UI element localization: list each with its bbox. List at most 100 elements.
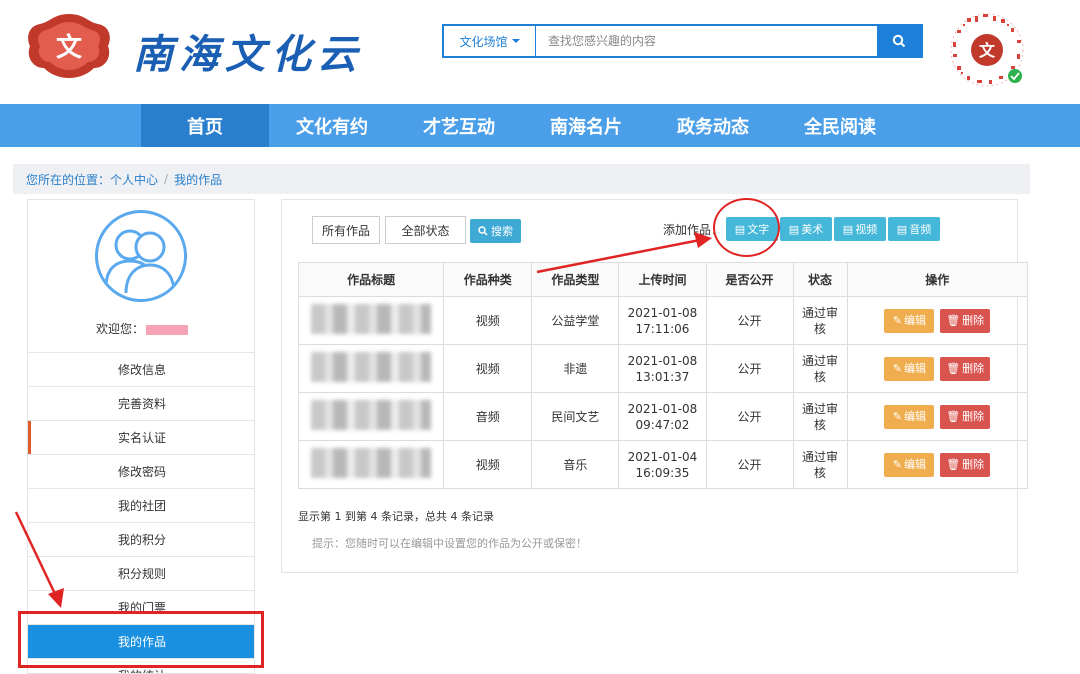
column-header-upload-time: 上传时间 bbox=[618, 262, 707, 297]
edit-icon: ✎ bbox=[892, 457, 902, 471]
nav-item-home[interactable]: 首页 bbox=[141, 104, 269, 147]
welcome-message: 欢迎您： bbox=[28, 320, 254, 337]
edit-button[interactable]: ✎ 编辑 bbox=[884, 452, 935, 477]
blurred-title bbox=[311, 447, 432, 478]
upload-time: 2021-01-04 16:09:35 bbox=[618, 440, 707, 489]
search-works-button[interactable]: 搜索 bbox=[470, 219, 521, 243]
table-row: 音频 民间文艺 2021-01-08 09:47:02 公开 通过审核 ✎ 编辑 🗑… bbox=[297, 392, 1029, 441]
breadcrumb-prefix[interactable]: 您所在的位置：个人中心 bbox=[26, 171, 158, 188]
delete-button[interactable]: 🗑 删除 bbox=[940, 404, 991, 429]
table-row: 视频 公益学堂 2021-01-08 17:11:06 公开 通过审核 ✎ 编辑 🗑… bbox=[297, 296, 1029, 345]
work-type: 非遗 bbox=[531, 344, 620, 393]
pagination-summary: 显示第 1 到第 4 条记录，总共 4 条记录 bbox=[298, 510, 494, 523]
search-bar: 文化场馆 bbox=[442, 24, 923, 58]
review-status: 通过审核 bbox=[792, 440, 848, 489]
edit-label: 编辑 bbox=[903, 457, 926, 471]
status-line-2: 核 bbox=[814, 369, 827, 384]
edit-button[interactable]: ✎ 编辑 bbox=[884, 308, 935, 333]
search-category-select[interactable]: 文化场馆 bbox=[444, 26, 536, 56]
nav-item-nanhai-cards[interactable]: 南海名片 bbox=[522, 104, 650, 147]
status-line-1: 通过审 bbox=[802, 353, 839, 368]
welcome-label: 欢迎您： bbox=[95, 322, 144, 336]
blurred-title bbox=[311, 399, 432, 430]
edit-button[interactable]: ✎ 编辑 bbox=[884, 404, 935, 429]
column-header-kind: 作品种类 bbox=[443, 262, 533, 297]
work-type: 公益学堂 bbox=[531, 296, 620, 345]
status-line-2: 核 bbox=[814, 417, 827, 432]
search-icon bbox=[892, 34, 906, 48]
row-actions: ✎ 编辑 🗑 删除 bbox=[846, 296, 1029, 345]
sidebar-item-edit-info[interactable]: 修改信息 bbox=[28, 352, 254, 386]
column-header-public: 是否公开 bbox=[705, 262, 794, 297]
chevron-down-icon bbox=[511, 39, 520, 43]
edit-button[interactable]: ✎ 编辑 bbox=[884, 356, 935, 381]
upload-clock: 13:01:37 bbox=[635, 369, 690, 384]
work-type: 民间文艺 bbox=[531, 392, 620, 441]
work-kind: 视频 bbox=[443, 344, 533, 393]
search-input[interactable] bbox=[536, 26, 877, 56]
upload-date: 2021-01-08 bbox=[627, 305, 698, 320]
username-redacted bbox=[146, 324, 188, 335]
sidebar-item-complete-profile[interactable]: 完善资料 bbox=[28, 386, 254, 420]
site-header: 文 南海文化云 文化场馆 文 bbox=[0, 0, 1080, 104]
add-art-label: 美术 bbox=[801, 223, 824, 236]
avatar bbox=[95, 210, 187, 302]
delete-button[interactable]: 🗑 删除 bbox=[940, 452, 991, 477]
nav-item-talent-interaction[interactable]: 才艺互动 bbox=[395, 104, 523, 147]
search-icon bbox=[478, 226, 488, 236]
row-actions: ✎ 编辑 🗑 删除 bbox=[846, 440, 1029, 489]
nav-item-culture-appointments[interactable]: 文化有约 bbox=[268, 104, 396, 147]
edit-label: 编辑 bbox=[903, 361, 926, 375]
delete-label: 删除 bbox=[962, 313, 985, 327]
logo-emblem-icon[interactable]: 文 bbox=[24, 10, 114, 82]
sidebar-item-real-name-auth[interactable]: 实名认证 bbox=[28, 420, 254, 455]
site-logo-text[interactable]: 南海文化云 bbox=[133, 22, 363, 80]
upload-clock: 16:09:35 bbox=[635, 465, 690, 480]
upload-clock: 09:47:02 bbox=[635, 417, 690, 432]
annotation-highlight-circle bbox=[713, 198, 780, 257]
review-status: 通过审核 bbox=[792, 296, 848, 345]
add-audio-work-button[interactable]: ▤ 音频 bbox=[888, 217, 940, 241]
status-filter[interactable]: 全部状态 bbox=[385, 216, 466, 244]
column-header-title: 作品标题 bbox=[297, 262, 445, 297]
review-status: 通过审核 bbox=[792, 344, 848, 393]
status-line-2: 核 bbox=[814, 321, 827, 336]
breadcrumb-separator: / bbox=[164, 172, 169, 186]
edit-icon: ✎ bbox=[892, 409, 902, 423]
delete-button[interactable]: 🗑 删除 bbox=[940, 308, 991, 333]
add-art-work-button[interactable]: ▤ 美术 bbox=[780, 217, 832, 241]
upload-date: 2021-01-08 bbox=[627, 353, 698, 368]
work-title-redacted bbox=[297, 392, 445, 441]
nav-item-government-news[interactable]: 政务动态 bbox=[649, 104, 777, 147]
sidebar-item-my-clubs[interactable]: 我的社团 bbox=[28, 488, 254, 522]
search-category-label: 文化场馆 bbox=[459, 34, 508, 49]
upload-date: 2021-01-04 bbox=[627, 449, 698, 464]
delete-label: 删除 bbox=[962, 361, 985, 375]
nav-item-national-reading[interactable]: 全民阅读 bbox=[776, 104, 904, 147]
status-line-1: 通过审 bbox=[802, 305, 839, 320]
user-avatar-icon bbox=[104, 229, 176, 294]
sidebar-item-change-password[interactable]: 修改密码 bbox=[28, 454, 254, 488]
all-works-filter[interactable]: 所有作品 bbox=[312, 216, 380, 244]
add-video-work-button[interactable]: ▤ 视频 bbox=[834, 217, 886, 241]
blurred-title bbox=[311, 351, 432, 382]
work-kind: 音频 bbox=[443, 392, 533, 441]
mini-program-qr-code: 文 bbox=[950, 13, 1024, 87]
hint-text: 提示：您随时可以在编辑中设置您的作品为公开或保密！ bbox=[312, 537, 587, 550]
status-line-2: 核 bbox=[814, 465, 827, 480]
annotation-highlight-box bbox=[18, 611, 264, 668]
edit-label: 编辑 bbox=[903, 313, 926, 327]
work-type: 音乐 bbox=[531, 440, 620, 489]
upload-time: 2021-01-08 17:11:06 bbox=[618, 296, 707, 345]
delete-button[interactable]: 🗑 删除 bbox=[940, 356, 991, 381]
document-icon: ▤ bbox=[788, 222, 800, 236]
sidebar-item-my-points[interactable]: 我的积分 bbox=[28, 522, 254, 556]
breadcrumb-current: 我的作品 bbox=[174, 172, 223, 187]
status-line-1: 通过审 bbox=[802, 401, 839, 416]
sidebar-item-points-rules[interactable]: 积分规则 bbox=[28, 556, 254, 590]
work-kind: 视频 bbox=[443, 440, 533, 489]
upload-time: 2021-01-08 13:01:37 bbox=[618, 344, 707, 393]
row-actions: ✎ 编辑 🗑 删除 bbox=[846, 392, 1029, 441]
svg-text:文: 文 bbox=[979, 41, 996, 60]
search-button[interactable] bbox=[877, 26, 921, 56]
